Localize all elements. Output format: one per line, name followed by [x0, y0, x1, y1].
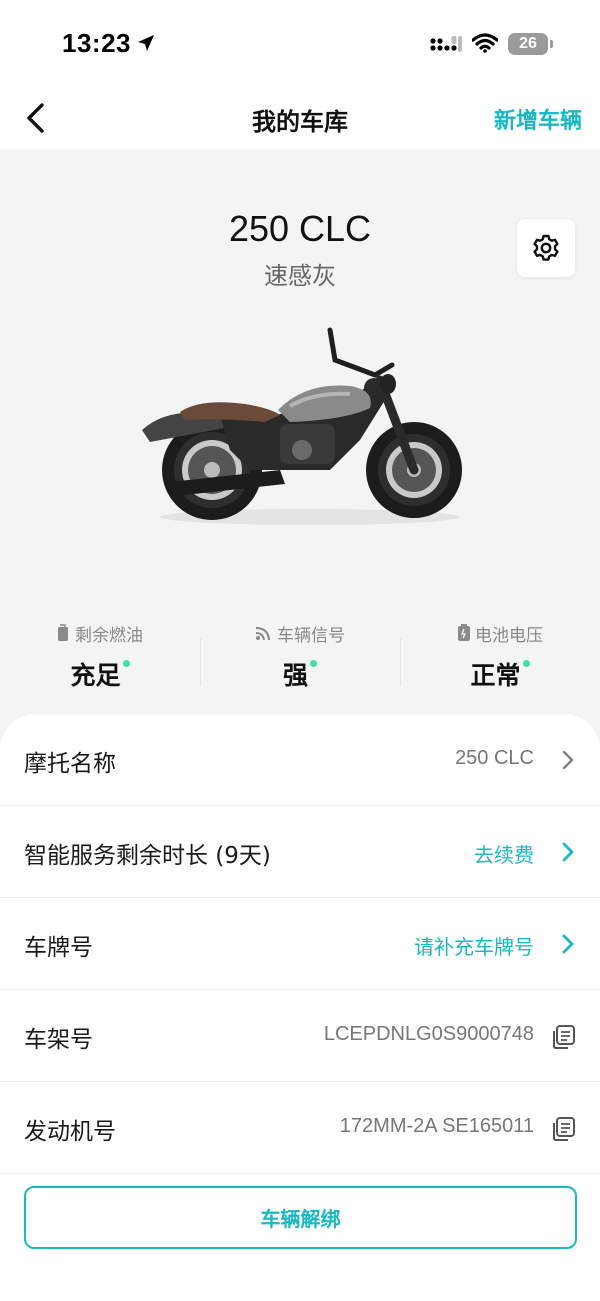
status-time: 13:23: [62, 28, 131, 58]
stat-fuel-label: 剩余燃油: [75, 625, 143, 646]
stat-battery: 电池电压 正常: [400, 620, 600, 692]
chevron-right-icon: [562, 934, 574, 954]
row-moto-name[interactable]: 摩托名称 250 CLC: [0, 714, 600, 806]
gear-icon: [533, 234, 559, 261]
location-arrow-icon: [136, 33, 156, 57]
stat-battery-value: 正常: [470, 661, 521, 690]
signal-icon: [255, 627, 270, 641]
row-value: LCEPDNLG0S9000748: [323, 1023, 534, 1045]
stat-fuel-value: 充足: [70, 661, 121, 690]
copy-icon[interactable]: [550, 1116, 576, 1142]
fuel-icon: [58, 624, 68, 641]
vehicle-stats: 剩余燃油 充足 车辆信号 强 电池电压 正常: [0, 620, 600, 700]
stat-battery-label: 电池电压: [475, 625, 543, 646]
stat-signal-value: 强: [282, 661, 308, 690]
unbind-vehicle-button[interactable]: 车辆解绑: [24, 1186, 577, 1249]
chevron-right-icon: [562, 842, 574, 862]
row-plate-number[interactable]: 车牌号 请补充车牌号: [0, 898, 600, 990]
battery-icon: [458, 624, 470, 641]
row-label: 车架号: [24, 1027, 93, 1053]
settings-button[interactable]: [517, 219, 575, 277]
copy-icon[interactable]: [550, 1024, 576, 1050]
row-label: 智能服务剩余时长 (9天): [24, 843, 271, 869]
stat-signal-label: 车辆信号: [277, 625, 345, 646]
row-label: 车牌号: [24, 935, 93, 961]
chevron-right-icon: [562, 750, 574, 770]
wifi-icon: [471, 33, 499, 57]
row-service-duration[interactable]: 智能服务剩余时长 (9天) 去续费: [0, 806, 600, 898]
status-dot: [122, 660, 130, 667]
row-value: 250 CLC: [455, 747, 534, 769]
stat-fuel: 剩余燃油 充足: [0, 620, 200, 692]
row-vin: 车架号 LCEPDNLG0S9000748: [0, 990, 600, 1082]
row-label: 发动机号: [24, 1119, 116, 1145]
status-dot: [310, 660, 317, 667]
model-color: 速感灰: [264, 262, 336, 290]
row-value: 172MM-2A SE165011: [339, 1115, 534, 1137]
motorcycle-image: [142, 327, 462, 525]
status-dot: [522, 660, 530, 667]
add-vehicle-button[interactable]: 新增车辆: [494, 103, 582, 135]
nav-bar: 我的车库 新增车辆: [0, 88, 600, 150]
add-plate-link[interactable]: 请补充车牌号: [414, 931, 534, 960]
status-bar: 13:23 26: [0, 0, 600, 88]
battery-icon: 26: [508, 33, 553, 55]
vehicle-hero: 250 CLC 速感灰 剩余燃油 充足 车辆信号 强 电池电压 正常: [0, 150, 600, 750]
row-engine-number: 发动机号 172MM-2A SE165011: [0, 1082, 600, 1174]
renew-link[interactable]: 去续费: [474, 839, 534, 868]
cellular-signal-icon: [430, 36, 462, 56]
row-label: 摩托名称: [24, 751, 116, 777]
stat-signal: 车辆信号 强: [200, 620, 400, 692]
model-name: 250 CLC: [228, 208, 372, 249]
